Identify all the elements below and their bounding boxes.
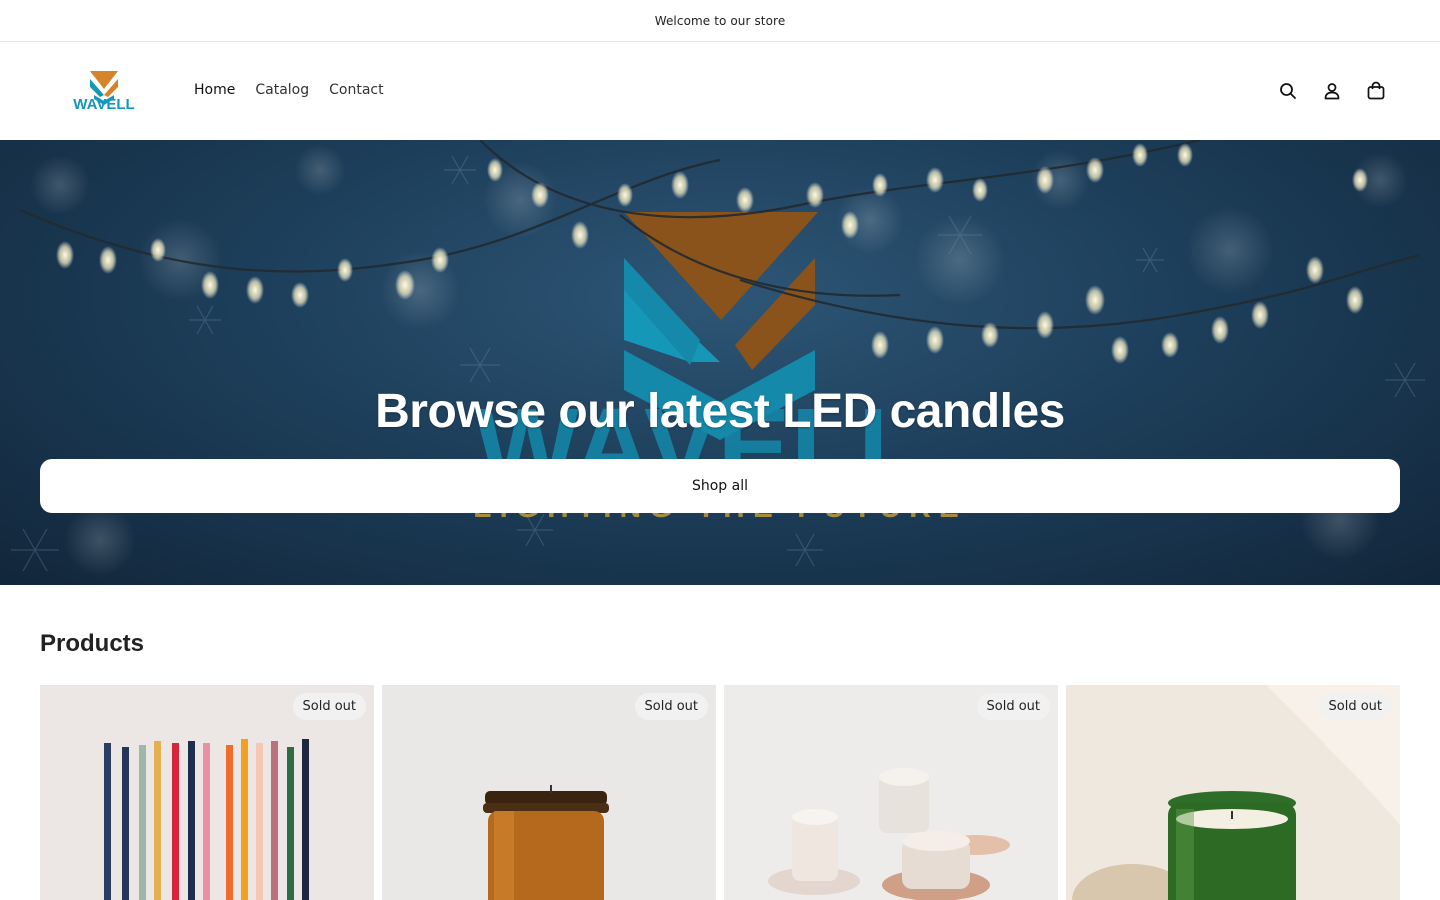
product-card-taper-candles[interactable]: Sold out xyxy=(40,685,374,900)
main-nav: Home Catalog Contact xyxy=(194,82,384,98)
nav-catalog[interactable]: Catalog xyxy=(255,82,309,98)
store-logo[interactable]: WAVELL xyxy=(64,67,144,113)
sold-out-badge: Sold out xyxy=(292,693,366,720)
sold-out-badge: Sold out xyxy=(976,693,1050,720)
announcement-text: Welcome to our store xyxy=(654,13,786,28)
product-card-green-glass[interactable]: Sold out xyxy=(1066,685,1400,900)
hero-title: Browse our latest LED candles xyxy=(375,385,1065,438)
product-card-amber-jar[interactable]: Sold out xyxy=(382,685,716,900)
product-grid: Sold out Sold out Sold out Sold out xyxy=(40,685,1400,900)
cart-icon[interactable] xyxy=(1364,79,1388,103)
header-icons xyxy=(1276,79,1388,103)
announcement-bar: Welcome to our store xyxy=(0,0,1440,42)
sold-out-badge: Sold out xyxy=(1318,693,1392,720)
sold-out-badge: Sold out xyxy=(634,693,708,720)
product-card-ceramic-candles[interactable]: Sold out xyxy=(724,685,1058,900)
logo-wordmark: WAVELL xyxy=(73,96,134,113)
account-icon[interactable] xyxy=(1320,79,1344,103)
search-icon[interactable] xyxy=(1276,79,1300,103)
nav-contact[interactable]: Contact xyxy=(329,82,383,98)
shop-all-button[interactable]: Shop all xyxy=(40,459,1400,513)
site-header: WAVELL Home Catalog Contact xyxy=(0,42,1440,140)
nav-home[interactable]: Home xyxy=(194,82,235,98)
hero-background-image: WAVELL LIGHTING THE FUTURE xyxy=(11,140,1425,576)
products-section-title: Products xyxy=(40,630,145,657)
hero-banner: WAVELL LIGHTING THE FUTURE xyxy=(0,140,1440,585)
